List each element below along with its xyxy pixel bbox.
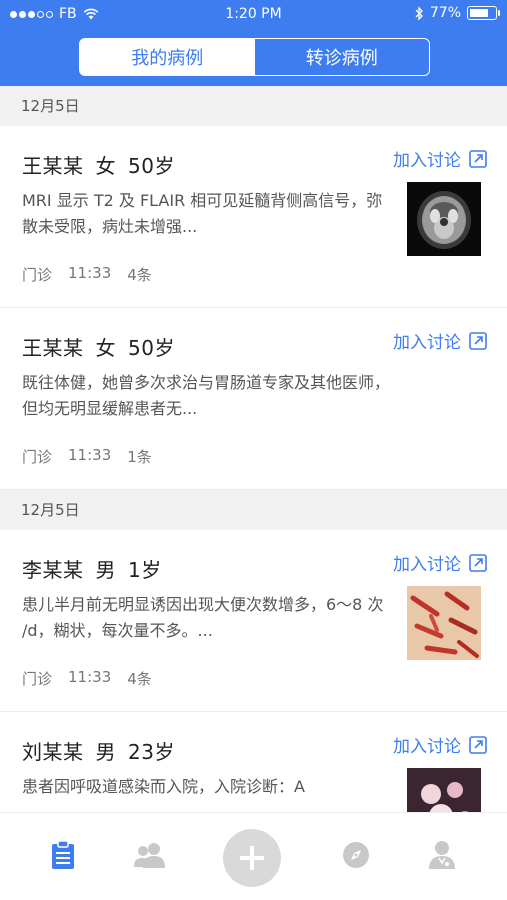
case-card[interactable]: 王某某女 50岁 加入讨论 既往体健，她曾多次求治与胃肠道专家及其他医师，但均无明… bbox=[0, 308, 507, 490]
patient-gender: 男 bbox=[95, 740, 116, 764]
tab-discover[interactable] bbox=[336, 835, 376, 875]
patient-age: 1岁 bbox=[128, 558, 162, 582]
comment-count: 4条 bbox=[127, 670, 152, 688]
patient-gender: 女 bbox=[95, 154, 116, 178]
case-time: 11:33 bbox=[68, 446, 112, 464]
external-link-icon bbox=[469, 553, 487, 572]
join-discussion-button[interactable]: 加入讨论 bbox=[393, 146, 487, 171]
case-card[interactable]: 李某某男 1岁 加入讨论 患儿半月前无明显诱因出现大便次数增多，6～8 次 /d，… bbox=[0, 530, 507, 712]
mri-thumbnail[interactable] bbox=[407, 182, 481, 256]
patient-info: 刘某某男 23岁 bbox=[22, 736, 187, 765]
external-link-icon bbox=[469, 149, 487, 168]
patient-age: 50岁 bbox=[128, 154, 175, 178]
micrograph-thumbnail[interactable] bbox=[407, 768, 481, 812]
comment-count: 4条 bbox=[127, 266, 152, 284]
battery-icon bbox=[467, 6, 500, 20]
patient-name: 王某某 bbox=[22, 336, 84, 360]
add-case-button[interactable] bbox=[223, 829, 281, 887]
patient-name: 刘某某 bbox=[22, 740, 84, 764]
patient-name: 王某某 bbox=[22, 154, 84, 178]
join-discussion-label: 加入讨论 bbox=[393, 555, 461, 575]
join-discussion-button[interactable]: 加入讨论 bbox=[393, 550, 487, 575]
people-icon bbox=[134, 843, 165, 868]
doctor-icon bbox=[429, 841, 455, 869]
external-link-icon bbox=[469, 735, 487, 754]
battery-level-fill bbox=[470, 9, 488, 17]
case-time: 11:33 bbox=[68, 668, 112, 686]
case-meta: 门诊 11:33 4条 bbox=[22, 264, 152, 285]
battery-percent: 77% bbox=[429, 5, 461, 21]
join-discussion-button[interactable]: 加入讨论 bbox=[393, 732, 487, 757]
case-meta: 门诊 11:33 1条 bbox=[22, 446, 152, 467]
bluetooth-icon bbox=[415, 5, 423, 21]
status-bar: FB 1:20 PM 77% bbox=[0, 0, 507, 30]
tab-contacts[interactable] bbox=[130, 835, 170, 875]
case-description: 患者因呼吸道感染而入院，入院诊断：A bbox=[22, 777, 305, 796]
status-right: 77% bbox=[414, 5, 500, 21]
patient-info: 王某某女 50岁 bbox=[22, 150, 187, 179]
case-list[interactable]: 12月5日 王某某女 50岁 加入讨论 MRI 显示 T2 及 FLAIR 相可见… bbox=[0, 86, 507, 812]
patient-age: 23岁 bbox=[128, 740, 175, 764]
case-description: MRI 显示 T2 及 FLAIR 相可见延髓背侧高信号，弥散未受限，病灶未增强… bbox=[22, 191, 383, 236]
patient-info: 王某某女 50岁 bbox=[22, 332, 187, 361]
external-link-icon bbox=[469, 331, 487, 350]
patient-age: 50岁 bbox=[128, 336, 175, 360]
visit-type: 门诊 bbox=[22, 266, 53, 284]
patient-name: 李某某 bbox=[22, 558, 84, 582]
micrograph-thumbnail[interactable] bbox=[407, 586, 481, 660]
section-date-header: 12月5日 bbox=[0, 86, 507, 126]
tab-cases[interactable] bbox=[43, 835, 83, 875]
patient-info: 李某某男 1岁 bbox=[22, 554, 174, 583]
tab-my-cases[interactable]: 我的病例 bbox=[80, 39, 255, 75]
case-type-segmented-control: 我的病例 转诊病例 bbox=[79, 38, 430, 76]
case-card[interactable]: 刘某某男 23岁 加入讨论 患者因呼吸道感染而入院，入院诊断：A bbox=[0, 712, 507, 812]
patient-gender: 女 bbox=[95, 336, 116, 360]
case-card[interactable]: 王某某女 50岁 加入讨论 MRI 显示 T2 及 FLAIR 相可见延髓背侧高信… bbox=[0, 126, 507, 308]
join-discussion-label: 加入讨论 bbox=[393, 151, 461, 171]
patient-gender: 男 bbox=[95, 558, 116, 582]
plus-icon bbox=[240, 846, 264, 870]
app-header: FB 1:20 PM 77% 我的病例 转诊病例 bbox=[0, 0, 507, 86]
tab-referral-cases[interactable]: 转诊病例 bbox=[255, 39, 430, 75]
tab-profile[interactable] bbox=[422, 835, 462, 875]
case-meta: 门诊 11:33 4条 bbox=[22, 668, 152, 689]
visit-type: 门诊 bbox=[22, 670, 53, 688]
case-description: 既往体健，她曾多次求治与胃肠道专家及其他医师，但均无明显缓解患者无... bbox=[22, 373, 391, 418]
visit-type: 门诊 bbox=[22, 448, 53, 466]
compass-icon bbox=[343, 842, 369, 868]
case-time: 11:33 bbox=[68, 264, 112, 282]
join-discussion-button[interactable]: 加入讨论 bbox=[393, 328, 487, 353]
join-discussion-label: 加入讨论 bbox=[393, 737, 461, 757]
clipboard-icon bbox=[52, 840, 74, 869]
join-discussion-label: 加入讨论 bbox=[393, 333, 461, 353]
section-date-header: 12月5日 bbox=[0, 490, 507, 530]
bottom-tab-bar bbox=[0, 812, 507, 900]
comment-count: 1条 bbox=[127, 448, 152, 466]
case-description: 患儿半月前无明显诱因出现大便次数增多，6～8 次 /d，糊状，每次量不多。... bbox=[22, 595, 384, 640]
